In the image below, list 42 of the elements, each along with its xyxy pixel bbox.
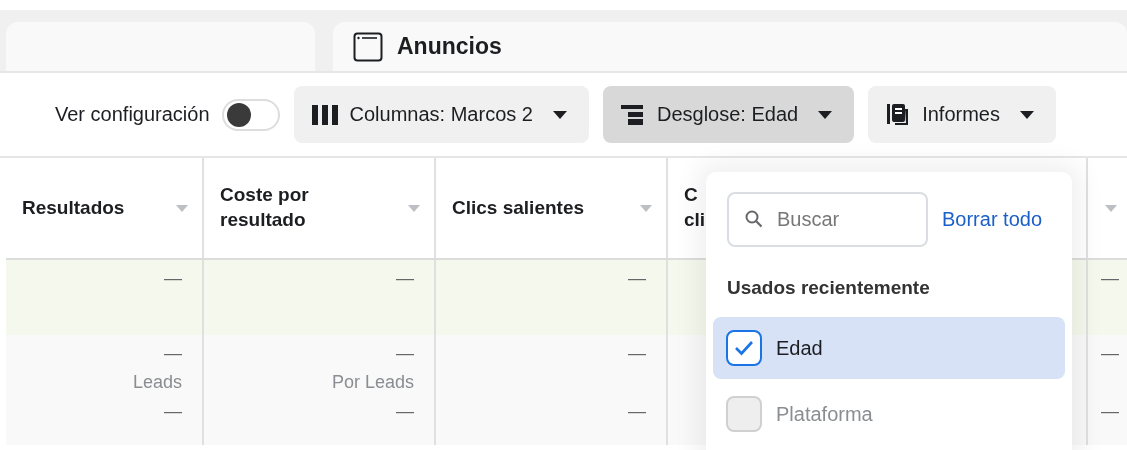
clear-all-link[interactable]: Borrar todo: [942, 208, 1043, 231]
sort-caret-icon: [1105, 204, 1117, 212]
column-header[interactable]: Resultados: [6, 158, 204, 258]
toolbar-button[interactable]: Desglose: Edad: [602, 86, 855, 143]
table-cell: —: [164, 268, 182, 289]
table-cell: —: [164, 343, 182, 364]
search-icon: [745, 210, 763, 228]
table-cell: —: [396, 343, 414, 364]
result-type-text: Por Leads: [331, 372, 414, 393]
caret-icon: [552, 110, 567, 119]
columns-icon: [311, 104, 338, 125]
window-icon: [353, 31, 383, 62]
result-type-text: Leads: [132, 372, 182, 393]
table-cell: —: [628, 343, 646, 364]
table-cell: —: [1101, 268, 1119, 289]
column-header[interactable]: Coste por resultado: [204, 158, 436, 258]
menu-item[interactable]: Edad: [713, 317, 1065, 379]
search-field[interactable]: Buscar: [727, 192, 928, 247]
table-cell: —: [396, 401, 414, 422]
column-header[interactable]: Clics salientes: [436, 158, 668, 258]
table-cell: —: [628, 401, 646, 422]
table-cell: —: [1101, 401, 1119, 422]
sort-caret-icon: [640, 204, 652, 212]
toggle-switch[interactable]: [221, 98, 280, 131]
caret-icon: [1019, 110, 1034, 119]
breakdown-icon: [620, 104, 645, 125]
checkbox[interactable]: [726, 330, 762, 366]
table-cell: —: [628, 268, 646, 289]
table-cell: —: [396, 268, 414, 289]
caret-icon: [818, 110, 833, 119]
toolbar-button[interactable]: Informes: [868, 86, 1056, 143]
table-cell: —: [1101, 343, 1119, 364]
toggle-label: Ver configuración: [55, 103, 210, 126]
check-icon: [734, 340, 754, 356]
section-heading: Usados recientemente: [726, 276, 931, 300]
toolbar-button[interactable]: Columnas: Marcos 2: [293, 86, 589, 143]
panel-tab[interactable]: Anuncios: [333, 22, 1127, 71]
table-cell: —: [164, 401, 182, 422]
sort-caret-icon: [408, 204, 420, 212]
tab-title: Anuncios: [397, 33, 502, 60]
book-icon: [886, 102, 911, 127]
sort-caret-icon: [176, 204, 188, 212]
